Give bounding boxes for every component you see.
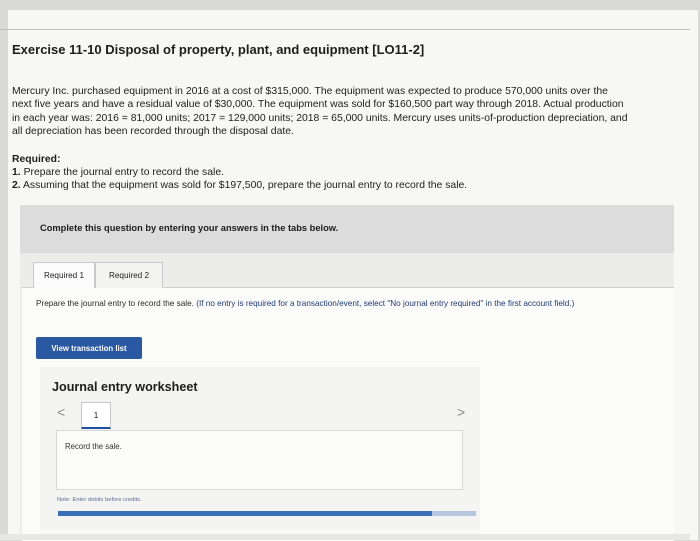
required-item-2-text: Assuming that the equipment was sold for… (23, 180, 468, 191)
required-item-2: 2. Assuming that the equipment was sold … (12, 180, 467, 191)
tab-required-1-label: Required 1 (43, 271, 85, 280)
required-heading: Required: (12, 154, 61, 165)
required-item-1: 1. Prepare the journal entry to record t… (12, 167, 224, 178)
worksheet-title: Journal entry worksheet (52, 380, 198, 394)
instruction-text: Prepare the journal entry to record the … (36, 298, 676, 309)
tab-required-2[interactable]: Required 2 (95, 262, 163, 288)
previous-arrow-icon[interactable]: < (57, 404, 65, 420)
problem-line: Mercury Inc. purchased equipment in 2016… (12, 86, 608, 97)
view-transaction-list-button[interactable]: View transaction list (36, 337, 142, 359)
required-item-1-text: Prepare the journal entry to record the … (23, 167, 224, 178)
problem-line: in each year was: 2016 = 81,000 units; 2… (12, 112, 628, 124)
worksheet-note: Note: Enter debits before credits. (57, 497, 142, 503)
tab-bar-divider (161, 287, 674, 288)
instruction-main: Prepare the journal entry to record the … (36, 299, 194, 308)
exercise-title: Exercise 11-10 Disposal of property, pla… (12, 42, 425, 57)
instruction-note: (If no entry is required for a transacti… (196, 299, 575, 308)
tab-required-1[interactable]: Required 1 (33, 262, 95, 288)
instructions-banner-text: Complete this question by entering your … (40, 223, 339, 233)
instructions-banner: Complete this question by entering your … (20, 205, 674, 253)
page-number-tab[interactable]: 1 (81, 402, 111, 429)
worksheet-progress-remainder (432, 511, 476, 516)
next-arrow-icon[interactable]: > (457, 404, 465, 420)
record-description-box (56, 430, 463, 490)
bottom-edge (0, 534, 690, 540)
page-number-label: 1 (93, 410, 99, 420)
tab-required-2-label: Required 2 (108, 271, 150, 280)
problem-line: all depreciation has been recorded throu… (12, 125, 294, 137)
required-item-1-number: 1. (12, 167, 21, 178)
problem-text: Mercury Inc. purchased equipment in 2016… (12, 85, 677, 138)
worksheet-progress-bar (58, 511, 476, 516)
header-divider (0, 29, 690, 30)
problem-line: next five years and have a residual valu… (12, 99, 624, 111)
required-item-2-number: 2. (12, 180, 21, 191)
record-description: Record the sale. (65, 442, 122, 451)
